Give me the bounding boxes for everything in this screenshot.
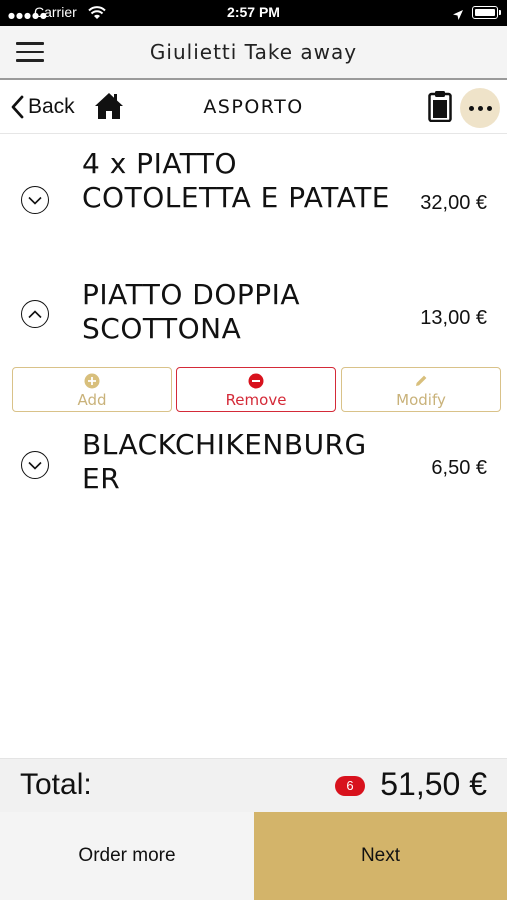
order-item: 4 x PIATTO COTOLETTA E PATATE 32,00 € <box>0 145 507 255</box>
chevron-down-icon[interactable] <box>21 186 49 214</box>
total-label: Total: <box>20 768 92 801</box>
plus-circle-icon <box>84 373 100 389</box>
battery-tip <box>499 10 501 15</box>
next-button[interactable]: Next <box>254 812 507 900</box>
total-bar: Total: 6 51,50 € <box>0 758 507 812</box>
order-item: PIATTO DOPPIA SCOTTONA 13,00 € <box>0 277 507 357</box>
add-label: Add <box>77 391 107 409</box>
item-count-badge: 6 <box>335 776 365 796</box>
footer-actions: Order more Next <box>0 812 507 900</box>
modify-button[interactable]: Modify <box>341 367 501 412</box>
remove-label: Remove <box>225 391 287 409</box>
clipboard-icon[interactable] <box>428 90 452 126</box>
app-title: Giulietti Take away <box>149 40 358 64</box>
location-arrow-icon <box>452 6 464 25</box>
more-options-button[interactable] <box>460 88 500 128</box>
item-price: 6,50 € <box>431 457 487 479</box>
minus-circle-icon <box>248 373 264 389</box>
status-time: 2:57 PM <box>227 4 280 20</box>
item-price: 13,00 € <box>420 307 487 329</box>
order-more-button[interactable]: Order more <box>0 812 254 900</box>
battery-icon <box>472 6 498 19</box>
app-header: Giulietti Take away <box>0 26 507 80</box>
item-name: 4 x PIATTO COTOLETTA E PATATE <box>82 147 390 214</box>
total-amount: 51,50 € <box>380 766 487 802</box>
nav-bar: Back ASPORTO <box>0 82 507 134</box>
item-name: PIATTO DOPPIA SCOTTONA <box>82 278 301 345</box>
item-price: 32,00 € <box>420 192 487 214</box>
pencil-icon <box>416 375 427 386</box>
chevron-down-icon[interactable] <box>21 451 49 479</box>
add-button[interactable]: Add <box>12 367 172 412</box>
chevron-up-icon[interactable] <box>21 300 49 328</box>
modify-label: Modify <box>396 391 446 409</box>
status-bar: ●●●●● Carrier 2:57 PM <box>0 0 507 26</box>
order-item: BLACKCHIKENBURG ER 6,50 € <box>0 427 507 507</box>
item-actions: Add Remove Modify <box>12 367 501 412</box>
item-name: BLACKCHIKENBURG ER <box>82 428 367 495</box>
remove-button[interactable]: Remove <box>176 367 336 412</box>
